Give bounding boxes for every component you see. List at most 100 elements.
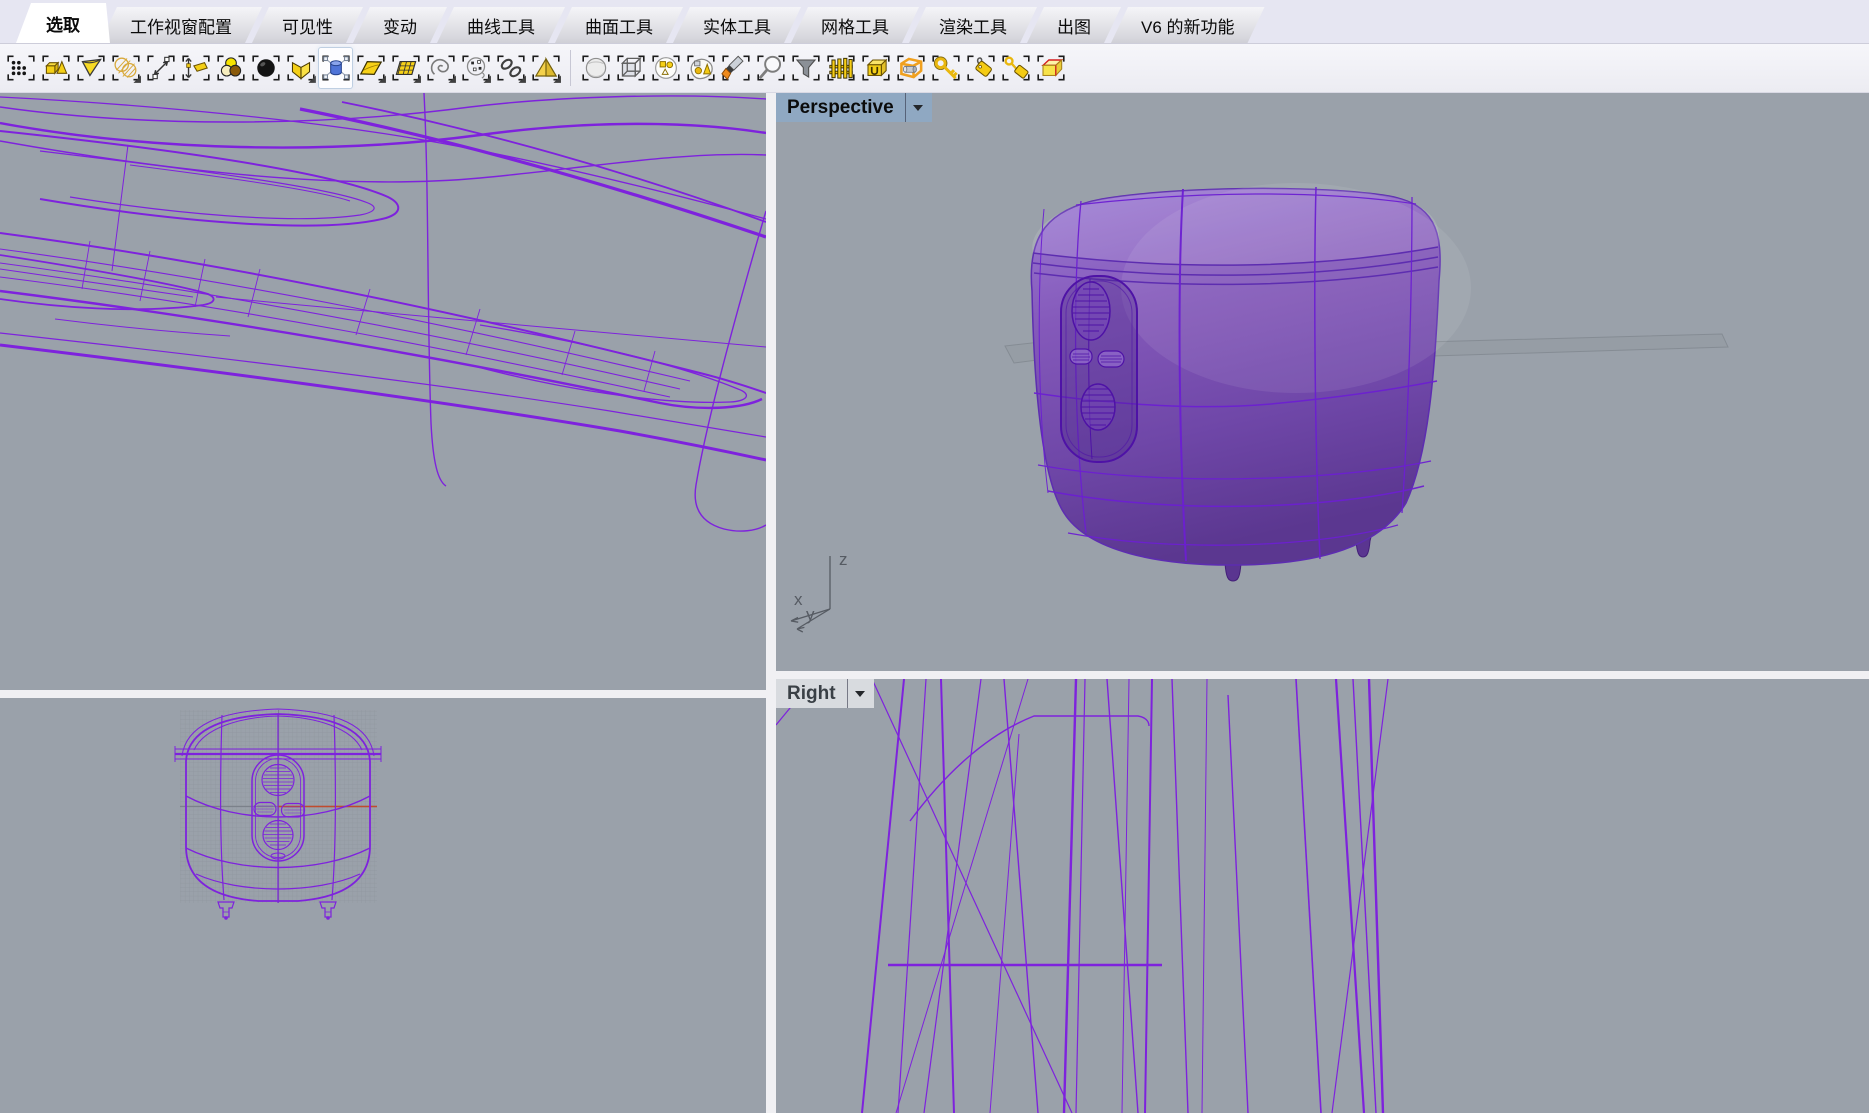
toolbar-button-select-polysurfaces[interactable] — [528, 47, 563, 89]
select-volume-u-icon — [860, 52, 892, 84]
select-lasso-icon — [685, 52, 717, 84]
toolbar-button-select-chain[interactable] — [493, 47, 528, 89]
select-control-points-icon — [320, 52, 352, 84]
viewport-label-divider — [847, 679, 848, 708]
select-paintbrush-icon — [720, 52, 752, 84]
select-stretch-icon — [180, 52, 212, 84]
select-cone-brush-icon — [75, 52, 107, 84]
toolbar-button-select-key[interactable] — [928, 47, 963, 89]
wireframe-front-view — [0, 698, 766, 1113]
toolbar-button-select-black-sphere[interactable] — [248, 47, 283, 89]
select-point-clouds-icon — [460, 52, 492, 84]
select-key-tag-icon — [1000, 52, 1032, 84]
cooker-control-panel — [1061, 276, 1137, 462]
viewport-label-right[interactable]: Right — [776, 679, 874, 708]
toolbar-button-select-tag-hook[interactable] — [963, 47, 998, 89]
select-black-sphere-icon — [250, 52, 282, 84]
toolbar-button-select-point-clouds[interactable] — [458, 47, 493, 89]
tab-label: 可见性 — [282, 13, 333, 38]
toolbar-button-select-fence[interactable] — [823, 47, 858, 89]
tab-label: 网格工具 — [821, 13, 889, 38]
select-zoom-icon — [755, 52, 787, 84]
viewport-label-divider — [905, 93, 906, 122]
toolbar-button-select-sphere[interactable] — [578, 47, 613, 89]
toolbar-button-select-curves-spiral[interactable] — [423, 47, 458, 89]
select-small-objects-icon — [650, 52, 682, 84]
select-wire-cube-icon — [615, 52, 647, 84]
selection-filter-icon — [790, 52, 822, 84]
viewport-label-perspective[interactable]: Perspective — [776, 93, 932, 122]
tab-render-tools[interactable]: 渲染工具 — [909, 7, 1037, 43]
toolbar-button-select-key-tag[interactable] — [998, 47, 1033, 89]
select-points-icon — [5, 52, 37, 84]
viewport-perspective[interactable]: z x y Perspective — [776, 93, 1869, 671]
chevron-down-icon[interactable] — [913, 105, 923, 111]
toolbar-button-select-control-points[interactable] — [318, 47, 353, 89]
rhino-application-window: 选取 工作视窗配置 可见性 变动 曲线工具 曲面工具 实体工具 网格工具渲染工具出图 V6 的新… — [0, 0, 1869, 1113]
tab-transform[interactable]: 变动 — [353, 7, 447, 43]
select-open-polysurface-icon — [285, 52, 317, 84]
tab-new-in-v6[interactable]: V6 的新功能 — [1111, 7, 1265, 43]
toolbar-button-select-open-polysurface[interactable] — [283, 47, 318, 89]
select-curves-spiral-icon — [425, 52, 457, 84]
viewport-top-left[interactable] — [0, 93, 766, 690]
tab-mesh-tools[interactable]: 网格工具 — [791, 7, 919, 43]
toolbar — [0, 44, 1869, 93]
axis-z-label: z — [839, 550, 848, 569]
tab-select[interactable]: 选取 — [16, 3, 110, 43]
viewport-title: Perspective — [787, 97, 894, 119]
toolbar-button-selection-filter[interactable] — [788, 47, 823, 89]
tab-label: 曲线工具 — [467, 13, 535, 38]
select-meshes-icon — [390, 52, 422, 84]
wireframe-curves-right-view — [776, 679, 1869, 1113]
toolbar-button-select-volume-u[interactable] — [858, 47, 893, 89]
select-tag-hook-icon — [965, 52, 997, 84]
select-fence-icon — [825, 52, 857, 84]
toolbar-button-select-small-objects[interactable] — [648, 47, 683, 89]
toolbar-button-select-lasso[interactable] — [683, 47, 718, 89]
toolbar-button-select-move-handles[interactable] — [143, 47, 178, 89]
tab-solid-tools[interactable]: 实体工具 — [673, 7, 801, 43]
tab-curve-tools[interactable]: 曲线工具 — [437, 7, 565, 43]
axis-y-label: y — [806, 605, 815, 624]
tab-surface-tools[interactable]: 曲面工具 — [555, 7, 683, 43]
select-crossing-window-icon — [895, 52, 927, 84]
tab-label: 出图 — [1057, 13, 1091, 38]
toolbar-button-select-boundary-box[interactable] — [1033, 47, 1068, 89]
tab-viewport-layout[interactable]: 工作视窗配置 — [100, 7, 262, 43]
toolbar-divider — [570, 50, 571, 86]
tab-visibility[interactable]: 可见性 — [252, 7, 363, 43]
wireframe-curves-top-left — [0, 93, 766, 690]
toolbar-button-select-paintbrush[interactable] — [718, 47, 753, 89]
select-hatches-icon — [110, 52, 142, 84]
cplane-axis-gizmo: z x y — [791, 550, 848, 632]
toolbar-button-select-meshes[interactable] — [388, 47, 423, 89]
select-surfaces-icon — [355, 52, 387, 84]
tab-label: 工作视窗配置 — [130, 13, 232, 38]
select-sphere-icon — [580, 52, 612, 84]
toolbar-button-select-points[interactable] — [3, 47, 38, 89]
toolbar-button-select-crossing-window[interactable] — [893, 47, 928, 89]
viewport-bottom-left[interactable] — [0, 698, 766, 1113]
toolbar-button-select-zoom[interactable] — [753, 47, 788, 89]
toolbar-button-select-stretch[interactable] — [178, 47, 213, 89]
select-polysurfaces-icon — [530, 52, 562, 84]
toolbar-button-select-surfaces[interactable] — [353, 47, 388, 89]
select-boundary-box-icon — [1035, 52, 1067, 84]
axis-x-label: x — [794, 590, 803, 609]
toolbar-button-select-by-color[interactable] — [213, 47, 248, 89]
tab-label: V6 的新功能 — [1141, 13, 1235, 38]
tab-label: 实体工具 — [703, 13, 771, 38]
toolbar-button-select-hatches[interactable] — [108, 47, 143, 89]
select-chain-icon — [495, 52, 527, 84]
toolbar-button-select-cone-brush[interactable] — [73, 47, 108, 89]
ribbon-tabbar: 选取 工作视窗配置 可见性 变动 曲线工具 曲面工具 实体工具 网格工具渲染工具出图 V6 的新… — [0, 0, 1869, 44]
tab-label: 曲面工具 — [585, 13, 653, 38]
tab-label: 变动 — [383, 13, 417, 38]
chevron-down-icon[interactable] — [855, 691, 865, 697]
tab-drafting[interactable]: 出图 — [1027, 7, 1121, 43]
toolbar-button-select-objects[interactable] — [38, 47, 73, 89]
tab-label: 选取 — [46, 11, 80, 36]
toolbar-button-select-wire-cube[interactable] — [613, 47, 648, 89]
viewport-right[interactable]: Right — [776, 679, 1869, 1113]
